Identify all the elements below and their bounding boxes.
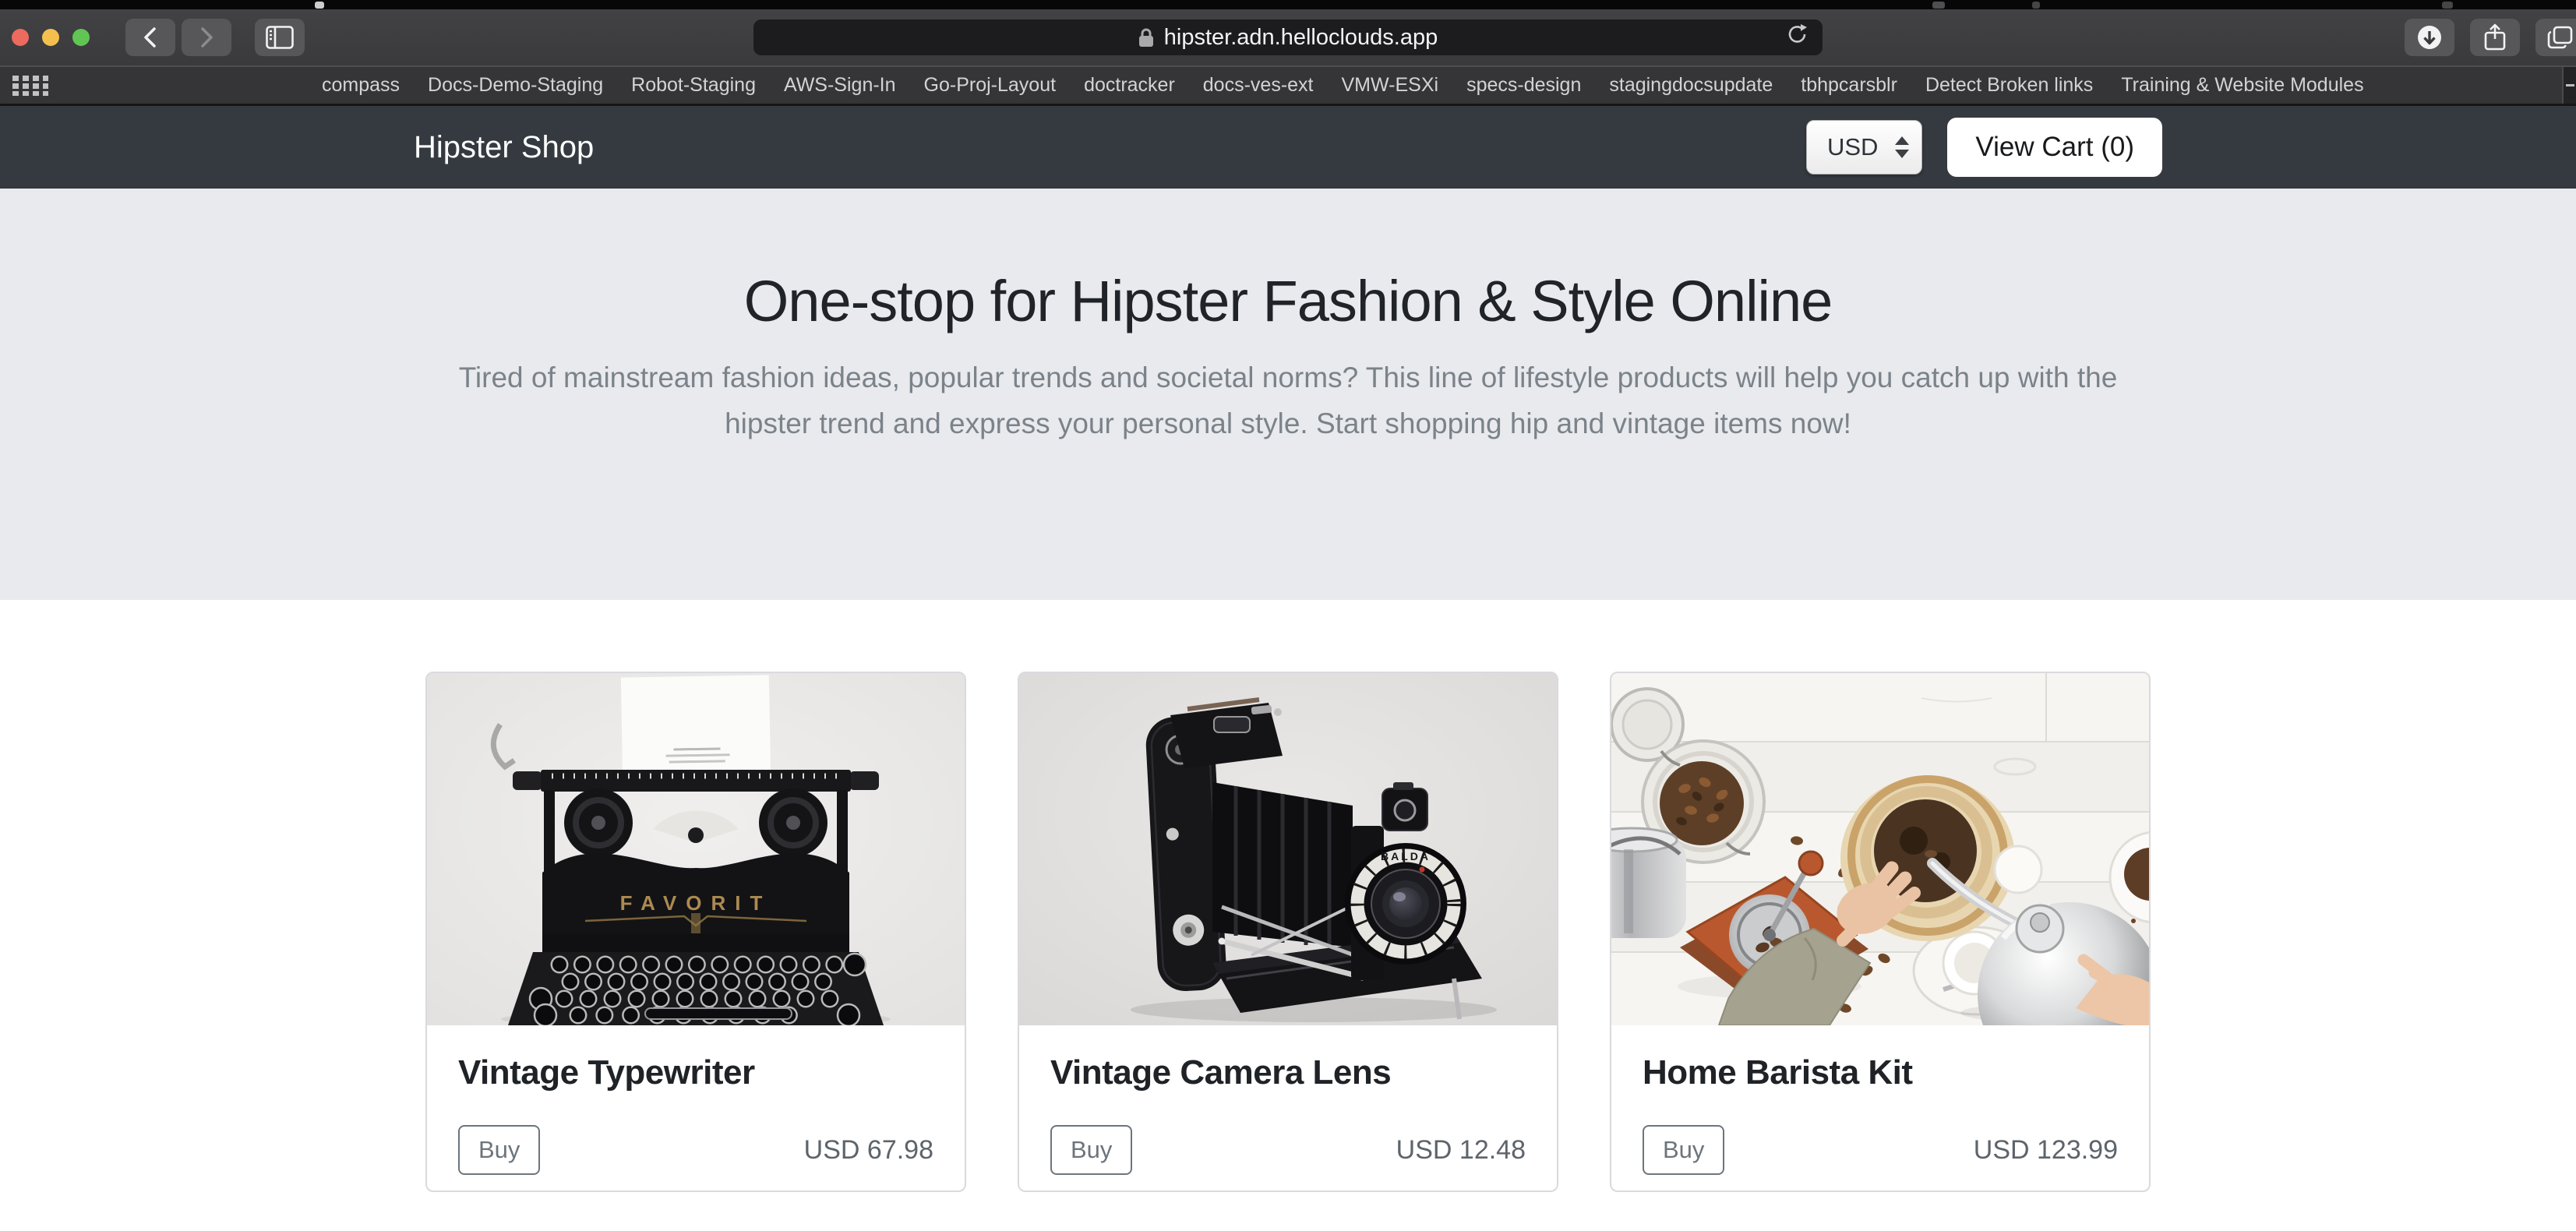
tabs-icon [2547, 25, 2574, 50]
back-icon [141, 26, 160, 49]
download-icon [2416, 24, 2443, 51]
product-image-barista[interactable] [1611, 673, 2149, 1025]
tab-overview-button[interactable] [2535, 19, 2576, 56]
sidebar-toggle-button[interactable] [255, 19, 305, 56]
bookmark-go-proj-layout[interactable]: Go-Proj-Layout [924, 74, 1057, 97]
address-bar[interactable]: hipster.adn.helloclouds.app [753, 19, 1823, 55]
product-card-vintage-camera-lens: BALDA Vintage Camera Lens Buy USD 12.48 [1018, 672, 1558, 1192]
menubar-glyph [315, 2, 324, 9]
reload-button[interactable] [1787, 23, 1808, 52]
buy-button[interactable]: Buy [458, 1125, 540, 1175]
forward-button[interactable] [182, 19, 231, 56]
barista-illustration [1611, 673, 2149, 1025]
product-name[interactable]: Vintage Typewriter [458, 1053, 933, 1092]
camera-viewfinder [1382, 782, 1427, 831]
bookmark-tbhpcarsblr[interactable]: tbhpcarsblr [1801, 74, 1897, 97]
product-price: USD 12.48 [1396, 1135, 1526, 1166]
product-name[interactable]: Home Barista Kit [1643, 1053, 2118, 1092]
product-name[interactable]: Vintage Camera Lens [1050, 1053, 1526, 1092]
product-image-camera[interactable]: BALDA [1019, 673, 1557, 1025]
bookmark-items: compass Docs-Demo-Staging Robot-Staging … [322, 74, 2364, 97]
hero-subtitle-line2: hipster trend and express your personal … [0, 400, 2576, 446]
currency-selected-value: USD [1827, 133, 1878, 161]
close-window-button[interactable] [12, 29, 29, 46]
sidebar-wrap [255, 19, 305, 56]
screen: { "browser": { "url": "hipster.adn.hello… [0, 0, 2576, 1231]
bookmark-detect-broken-links[interactable]: Detect Broken links [1925, 74, 2093, 97]
typewriter-front-panel: FAVORIT [542, 853, 849, 954]
typewriter-paper [621, 675, 771, 774]
zoom-window-button[interactable] [72, 29, 90, 46]
menubar-glyph [2032, 2, 2040, 9]
typewriter-keyboard [508, 952, 884, 1025]
camera-brand-text: BALDA [1381, 850, 1431, 862]
hero-subtitle: Tired of mainstream fashion ideas, popul… [0, 354, 2576, 446]
shop-header: Hipster Shop USD View Cart (0) [0, 106, 2576, 189]
camera-bellows [1212, 782, 1353, 947]
reload-icon [1787, 23, 1808, 46]
app-grid-icon[interactable] [12, 76, 48, 96]
bookmark-stagingdocsupdate[interactable]: stagingdocsupdate [1609, 74, 1773, 97]
typewriter-brand-text: FAVORIT [620, 891, 772, 915]
bookmark-training-website-modules[interactable]: Training & Website Modules [2121, 74, 2363, 97]
nav-buttons [125, 19, 231, 56]
select-stepper-icon [1895, 136, 1909, 158]
menubar-glyph [2442, 2, 2453, 9]
camera-lens: BALDA [1345, 843, 1466, 965]
toolbar-right-buttons [2405, 19, 2576, 56]
typewriter-illustration: FAVORIT [427, 673, 965, 1025]
currency-select[interactable]: USD [1806, 120, 1922, 175]
menubar-glyph [1932, 2, 1945, 9]
hero-title: One-stop for Hipster Fashion & Style Onl… [0, 189, 2576, 334]
buy-button[interactable]: Buy [1050, 1125, 1132, 1175]
downloads-button[interactable] [2405, 19, 2454, 56]
bookmarks-overflow[interactable] [2562, 67, 2576, 104]
bookmark-robot-staging[interactable]: Robot-Staging [631, 74, 756, 97]
chrome-canister [1611, 828, 1686, 938]
url-text: hipster.adn.helloclouds.app [1164, 25, 1438, 51]
product-price: USD 123.99 [1974, 1135, 2118, 1166]
product-image-typewriter[interactable]: FAVORIT [427, 673, 965, 1025]
camera-illustration: BALDA [1019, 673, 1557, 1025]
macos-menu-strip [0, 0, 2576, 9]
view-cart-button[interactable]: View Cart (0) [1947, 118, 2162, 177]
sidebar-icon [266, 26, 294, 49]
product-price: USD 67.98 [804, 1135, 933, 1166]
share-button[interactable] [2470, 19, 2520, 56]
browser-toolbar: hipster.adn.helloclouds.app [0, 9, 2576, 67]
shop-title: Hipster Shop [414, 130, 594, 165]
share-icon [2483, 23, 2507, 51]
minimize-window-button[interactable] [42, 29, 59, 46]
back-button[interactable] [125, 19, 175, 56]
bookmark-compass[interactable]: compass [322, 74, 400, 97]
bookmark-aws-sign-in[interactable]: AWS-Sign-In [784, 74, 896, 97]
bookmark-docs-demo-staging[interactable]: Docs-Demo-Staging [428, 74, 603, 97]
bookmark-vmw-esxi[interactable]: VMW-ESXi [1342, 74, 1439, 97]
product-grid: FAVORIT [0, 600, 2576, 1192]
overflow-dash-icon [2566, 84, 2574, 86]
buy-button[interactable]: Buy [1643, 1125, 1724, 1175]
bookmark-doctracker[interactable]: doctracker [1084, 74, 1175, 97]
bookmarks-bar: compass Docs-Demo-Staging Robot-Staging … [0, 67, 2576, 106]
bookmark-specs-design[interactable]: specs-design [1466, 74, 1581, 97]
forward-icon [197, 26, 216, 49]
bookmark-docs-ves-ext[interactable]: docs-ves-ext [1203, 74, 1314, 97]
window-controls [12, 29, 90, 46]
hero-section: One-stop for Hipster Fashion & Style Onl… [0, 189, 2576, 600]
product-card-home-barista-kit: Home Barista Kit Buy USD 123.99 [1610, 672, 2151, 1192]
product-card-vintage-typewriter: FAVORIT [425, 672, 966, 1192]
hero-subtitle-line1: Tired of mainstream fashion ideas, popul… [0, 354, 2576, 400]
lock-icon [1138, 27, 1154, 48]
